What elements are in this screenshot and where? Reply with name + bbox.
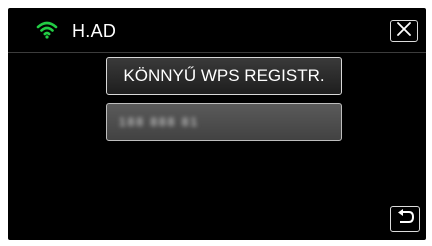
easy-wps-registration-button[interactable]: KÖNNYŰ WPS REGISTR.: [106, 57, 342, 95]
close-button[interactable]: [390, 20, 418, 42]
close-x-icon: [396, 21, 412, 41]
wifi-signal-icon: [36, 20, 58, 40]
header-bar: H.AD: [8, 8, 426, 52]
network-name-title: H.AD: [72, 21, 117, 41]
return-arrow-icon: [395, 208, 415, 230]
header-divider: [8, 52, 426, 53]
back-button[interactable]: [390, 206, 420, 232]
camera-screen: H.AD KÖNNYŰ WPS REGISTR. 188 888 81: [8, 8, 426, 240]
wps-button-label: KÖNNYŰ WPS REGISTR.: [123, 66, 325, 85]
pin-code-field[interactable]: 188 888 81: [106, 103, 342, 141]
pin-code-value: 188 888 81: [119, 115, 200, 129]
